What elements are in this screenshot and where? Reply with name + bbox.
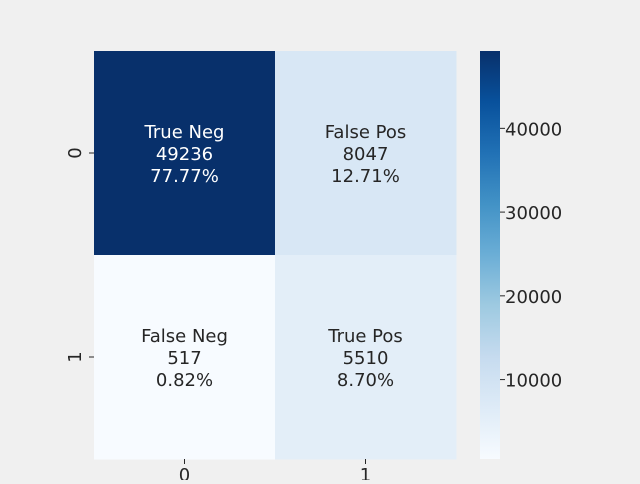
- cell-percent-r1-c0: 0.82%: [156, 370, 213, 391]
- y-tick-label-0: 0: [65, 147, 86, 158]
- cell-count-r1-c1: 5510: [343, 348, 389, 369]
- cell-percent-r0-c1: 12.71%: [331, 166, 400, 187]
- colorbar: 10000 20000 30000 40000: [480, 51, 562, 459]
- colorbar-gradient: [480, 51, 500, 459]
- y-axis-ticks: 01: [65, 147, 94, 363]
- colorbar-tick-label-3: 40000: [505, 119, 562, 140]
- x-tick-label-1: 1: [360, 465, 371, 480]
- cell-count-r1-c0: 517: [167, 348, 201, 369]
- cell-percent-r0-c0: 77.77%: [150, 166, 219, 187]
- cell-percent-r1-c1: 8.70%: [337, 370, 394, 391]
- x-axis-ticks: 01: [179, 459, 371, 484]
- heatmap-cells: True Neg4923677.77% False Pos804712.71% Fa…: [94, 51, 457, 460]
- colorbar-tick-label-1: 20000: [505, 287, 562, 308]
- cell-label-r1-c1: True Pos: [327, 326, 403, 347]
- colorbar-tick-label-2: 30000: [505, 203, 562, 224]
- confusion-matrix-svg: True Neg4923677.77% False Pos804712.71% Fa…: [65, 51, 562, 484]
- confusion-matrix-chart: True Neg 49236 77.77% False Pos 8047 12.71% Fa…: [0, 0, 640, 484]
- x-tick-label-0: 0: [179, 465, 190, 480]
- colorbar-tick-label-0: 10000: [505, 371, 562, 392]
- cell-count-r0-c0: 49236: [156, 144, 213, 165]
- cell-label-r0-c0: True Neg: [144, 122, 225, 143]
- cell-label-r0-c1: False Pos: [325, 122, 407, 143]
- cell-label-r1-c0: False Neg: [141, 326, 228, 347]
- colorbar-ticks: 10000 20000 30000 40000: [500, 119, 562, 392]
- cell-count-r0-c1: 8047: [343, 144, 389, 165]
- y-tick-label-1: 1: [65, 351, 86, 362]
